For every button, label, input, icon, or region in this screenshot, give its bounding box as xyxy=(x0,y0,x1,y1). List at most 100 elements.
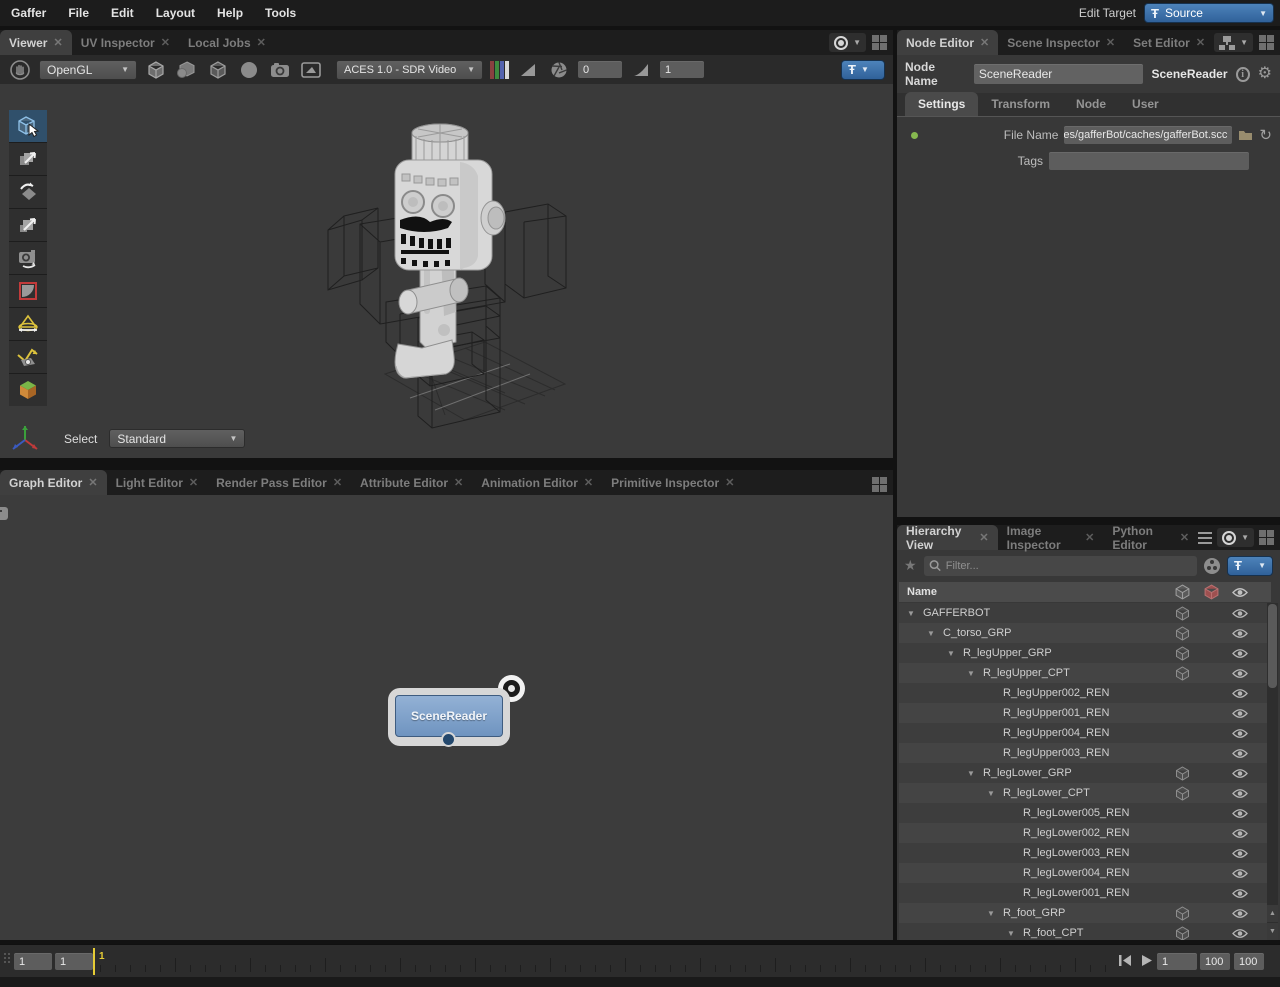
tree-row-r_leglower003_ren[interactable]: R_legLower003_REN xyxy=(899,843,1271,863)
visibility-column-icon[interactable] xyxy=(1232,587,1248,598)
tree-row-r_leglower005_ren[interactable]: R_legLower005_REN xyxy=(899,803,1271,823)
scroll-up-arrow[interactable]: ▲ xyxy=(1267,905,1278,922)
tree-row-r_legupper_cpt[interactable]: ▼R_legUpper_CPT xyxy=(899,663,1271,683)
close-tab-icon[interactable]: ✕ xyxy=(88,476,97,489)
tab-set-editor[interactable]: Set Editor✕ xyxy=(1124,30,1214,55)
visibility-eye-icon[interactable] xyxy=(1232,828,1248,839)
file-name-input[interactable]: rces/gafferBot/caches/gafferBot.scc xyxy=(1064,126,1232,144)
close-tab-icon[interactable]: ✕ xyxy=(53,36,62,49)
tab-hierarchy-view[interactable]: Hierarchy View✕ xyxy=(897,525,998,550)
tab-viewer[interactable]: Viewer✕ xyxy=(0,30,72,55)
expansion-cube-icon[interactable] xyxy=(1175,646,1190,661)
play-button[interactable] xyxy=(1141,954,1153,967)
close-tab-icon[interactable]: ✕ xyxy=(1085,531,1094,544)
visualiser-tool[interactable] xyxy=(9,374,47,406)
tab-attribute-editor[interactable]: Attribute Editor✕ xyxy=(351,470,472,495)
expand-arrow-icon[interactable]: ▼ xyxy=(967,669,975,678)
visibility-eye-icon[interactable] xyxy=(1232,708,1248,719)
tree-row-r_leglower001_ren[interactable]: R_legLower001_REN xyxy=(899,883,1271,903)
camera-tool[interactable] xyxy=(9,242,47,274)
tree-row-r_foot_grp[interactable]: ▼R_foot_GRP xyxy=(899,903,1271,923)
frame-view-icon[interactable] xyxy=(299,59,323,81)
close-tab-icon[interactable]: ✕ xyxy=(454,476,463,489)
annotation-icon[interactable] xyxy=(0,507,8,525)
close-tab-icon[interactable]: ✕ xyxy=(333,476,342,489)
tab-uv-inspector[interactable]: UV Inspector✕ xyxy=(72,30,179,55)
scene-reader-node[interactable]: SceneReader xyxy=(388,688,510,746)
expand-arrow-icon[interactable]: ▼ xyxy=(987,789,995,798)
menu-layout[interactable]: Layout xyxy=(145,6,206,20)
menu-file[interactable]: File xyxy=(57,6,100,20)
close-tab-icon[interactable]: ✕ xyxy=(1196,36,1205,49)
menu-edit[interactable]: Edit xyxy=(100,6,145,20)
tags-input[interactable] xyxy=(1049,152,1249,170)
close-tab-icon[interactable]: ✕ xyxy=(1106,36,1115,49)
tree-row-r_legupper002_ren[interactable]: R_legUpper002_REN xyxy=(899,683,1271,703)
rotate-tool[interactable] xyxy=(9,176,47,208)
expansion-cube-icon[interactable] xyxy=(1175,606,1190,621)
rgba-channels-icon[interactable] xyxy=(490,61,509,79)
edit-target-dropdown[interactable]: Ŧ Source ▼ xyxy=(1144,3,1274,23)
close-tab-icon[interactable]: ✕ xyxy=(189,476,198,489)
frame-end-field[interactable]: 100 xyxy=(1234,953,1264,970)
subtab-settings[interactable]: Settings xyxy=(905,92,978,116)
menu-gaffer[interactable]: Gaffer xyxy=(0,6,57,20)
visibility-eye-icon[interactable] xyxy=(1232,728,1248,739)
tree-row-r_leglower_grp[interactable]: ▼R_legLower_GRP xyxy=(899,763,1271,783)
close-tab-icon[interactable]: ✕ xyxy=(161,36,170,49)
tree-row-r_legupper001_ren[interactable]: R_legUpper001_REN xyxy=(899,703,1271,723)
visibility-eye-icon[interactable] xyxy=(1232,628,1248,639)
tree-row-gafferbot[interactable]: ▼GAFFERBOT xyxy=(899,603,1271,623)
visibility-eye-icon[interactable] xyxy=(1232,868,1248,879)
close-tab-icon[interactable]: ✕ xyxy=(257,36,266,49)
visibility-eye-icon[interactable] xyxy=(1232,768,1248,779)
expansion-cube-icon[interactable] xyxy=(1175,926,1190,940)
layout-menu-icon[interactable] xyxy=(872,35,887,50)
visibility-eye-icon[interactable] xyxy=(1232,748,1248,759)
tab-light-editor[interactable]: Light Editor✕ xyxy=(107,470,208,495)
layout-menu-icon[interactable] xyxy=(872,477,887,492)
subtab-node[interactable]: Node xyxy=(1063,92,1119,116)
scale-tool[interactable] xyxy=(9,209,47,241)
viewer-pin-dropdown[interactable]: Ŧ▼ xyxy=(841,60,885,80)
playhead[interactable] xyxy=(93,948,95,975)
layout-menu-icon[interactable] xyxy=(1259,35,1274,50)
expand-arrow-icon[interactable]: ▼ xyxy=(947,649,955,658)
graph-editor-canvas[interactable]: SceneReader xyxy=(0,495,893,940)
expand-arrow-icon[interactable]: ▼ xyxy=(967,769,975,778)
current-frame-field[interactable]: 1 xyxy=(1157,953,1197,970)
node-set-menu[interactable]: ▼ xyxy=(1214,33,1253,52)
filter-input[interactable] xyxy=(946,560,1192,572)
tree-row-r_legupper004_ren[interactable]: R_legUpper004_REN xyxy=(899,723,1271,743)
gamma-field[interactable]: 1 xyxy=(660,61,704,78)
expansion-cube-icon[interactable] xyxy=(1175,766,1190,781)
tree-row-c_torso_grp[interactable]: ▼C_torso_GRP xyxy=(899,623,1271,643)
visibility-eye-icon[interactable] xyxy=(1232,668,1248,679)
tree-row-r_legupper_grp[interactable]: ▼R_legUpper_GRP xyxy=(899,643,1271,663)
visibility-eye-icon[interactable] xyxy=(1232,888,1248,899)
expansion-column-icon[interactable] xyxy=(1175,584,1190,600)
tree-row-r_legupper003_ren[interactable]: R_legUpper003_REN xyxy=(899,743,1271,763)
tab-node-editor[interactable]: Node Editor✕ xyxy=(897,30,998,55)
visibility-eye-icon[interactable] xyxy=(1232,648,1248,659)
folder-browse-icon[interactable] xyxy=(1238,129,1253,141)
expand-arrow-icon[interactable]: ▼ xyxy=(927,629,935,638)
visibility-eye-icon[interactable] xyxy=(1232,928,1248,939)
translate-tool[interactable] xyxy=(9,143,47,175)
subtab-transform[interactable]: Transform xyxy=(978,92,1063,116)
exposure-icon[interactable] xyxy=(516,59,540,81)
visibility-eye-icon[interactable] xyxy=(1232,788,1248,799)
expansion-mode-icon[interactable] xyxy=(175,59,199,81)
visibility-eye-icon[interactable] xyxy=(1232,808,1248,819)
refresh-icon[interactable]: ↻ xyxy=(1259,128,1272,143)
tab-image-inspector[interactable]: Image Inspector✕ xyxy=(998,525,1104,550)
selection-tool[interactable] xyxy=(9,110,47,142)
close-tab-icon[interactable]: ✕ xyxy=(584,476,593,489)
renderer-dropdown[interactable]: OpenGL ▼ xyxy=(39,60,137,80)
visibility-eye-icon[interactable] xyxy=(1232,688,1248,699)
layout-menu-icon[interactable] xyxy=(1259,530,1274,545)
tree-row-r_leglower002_ren[interactable]: R_legLower002_REN xyxy=(899,823,1271,843)
tree-row-r_leglower004_ren[interactable]: R_legLower004_REN xyxy=(899,863,1271,883)
expansion-cube-icon[interactable] xyxy=(1175,906,1190,921)
menu-icon[interactable] xyxy=(1198,532,1212,544)
